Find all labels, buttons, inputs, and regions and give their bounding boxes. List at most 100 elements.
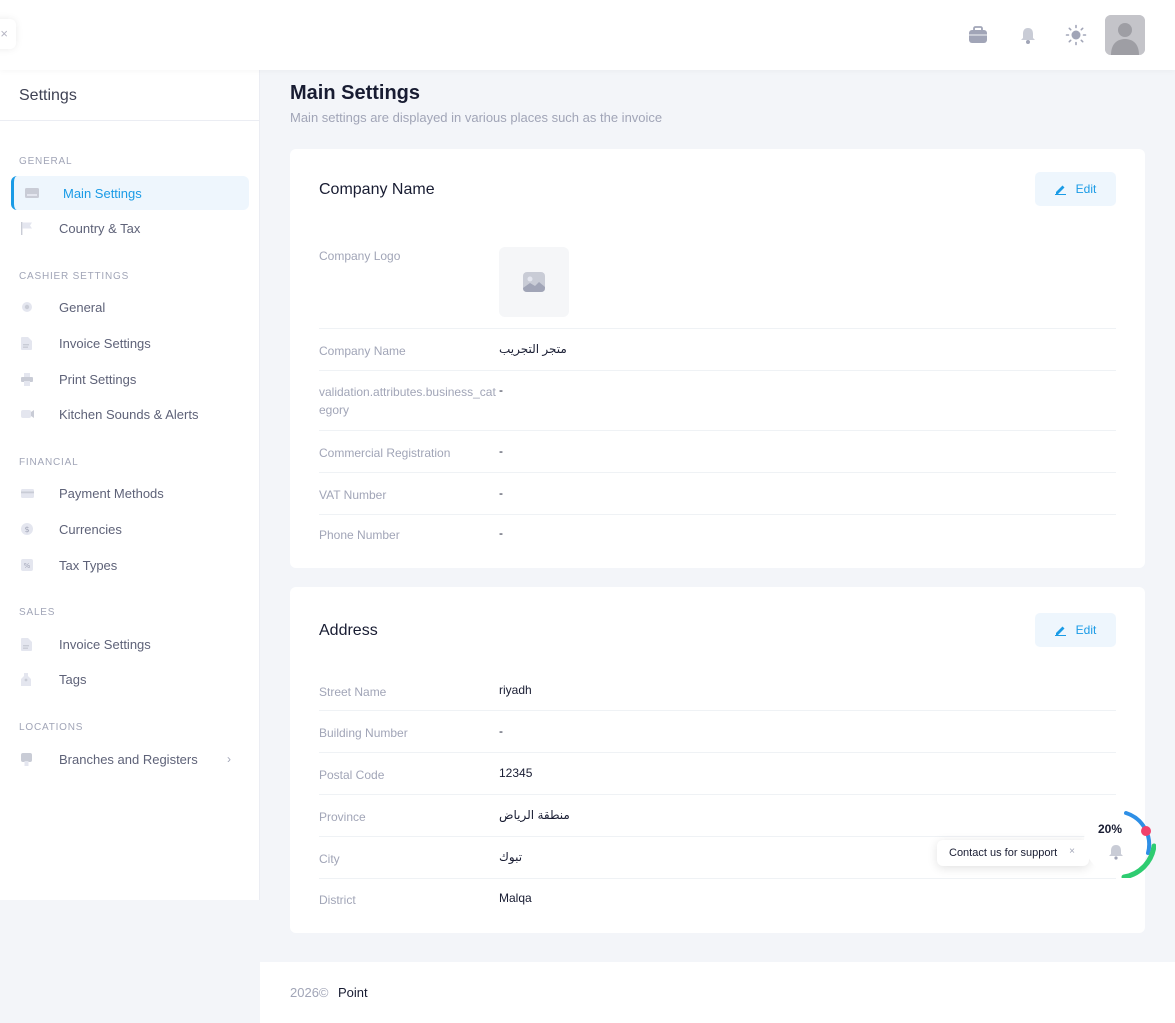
percent-icon: %: [21, 558, 41, 572]
building-number-row: Building Number -: [319, 711, 1116, 753]
province-row: Province منطقة الرياض: [319, 795, 1116, 837]
phone-number-row: Phone Number -: [319, 515, 1116, 555]
document-icon: [21, 637, 41, 651]
row-label: Company Name: [319, 344, 406, 358]
flag-icon: [21, 221, 41, 235]
sidebar-item-main-settings[interactable]: Main Settings: [11, 176, 249, 210]
row-label: validation.attributes.business_category: [319, 385, 496, 417]
document-icon: [21, 336, 41, 350]
notifications-button[interactable]: [1015, 22, 1041, 48]
footer-copyright: 2026©: [290, 985, 329, 1000]
row-label: Province: [319, 810, 366, 824]
tag-icon: [21, 672, 41, 686]
support-tooltip[interactable]: Contact us for support ×: [937, 840, 1089, 866]
sidebar-item-print-settings[interactable]: Print Settings: [11, 362, 249, 396]
sidebar-item-branches-registers[interactable]: Branches and Registers ›: [11, 742, 249, 776]
row-label: Commercial Registration: [319, 446, 451, 460]
edit-address-button[interactable]: Edit: [1035, 613, 1116, 647]
support-widget[interactable]: 20%: [1078, 800, 1157, 880]
sidebar-item-label: Currencies: [59, 521, 122, 537]
sidebar-item-label: Payment Methods: [59, 485, 164, 501]
support-label: Contact us for support: [949, 847, 1058, 859]
support-progress-label: 20%: [1098, 822, 1123, 836]
sidebar-title: Settings: [19, 87, 77, 104]
sidebar-item-invoice-settings[interactable]: Invoice Settings: [11, 326, 249, 360]
footer: 2026© Point: [260, 962, 1175, 1023]
company-logo[interactable]: [499, 247, 569, 317]
close-icon[interactable]: ×: [1069, 846, 1075, 857]
sidebar-item-sales-invoice-settings[interactable]: Invoice Settings: [11, 627, 249, 661]
address-card: Address Edit Street Name riyadh Building…: [290, 587, 1145, 933]
page-title: Main Settings: [290, 82, 421, 104]
sidebar-item-tax-types[interactable]: % Tax Types: [11, 548, 249, 582]
sidebar-item-label: Invoice Settings: [59, 636, 151, 652]
close-icon: ×: [0, 26, 8, 41]
row-value: -: [499, 526, 503, 540]
top-header: ×: [0, 0, 1175, 70]
row-label: VAT Number: [319, 488, 387, 502]
settings-sidebar: Settings GENERAL Main Settings Country &…: [0, 70, 260, 900]
credit-card-icon: [21, 486, 41, 500]
gear-icon: [21, 300, 41, 314]
street-name-row: Street Name riyadh: [319, 670, 1116, 711]
row-value: تبوك: [499, 850, 523, 864]
sun-icon: [1065, 24, 1087, 46]
footer-brand-link[interactable]: Point: [338, 985, 368, 1000]
dollar-icon: $: [21, 522, 41, 536]
sidebar-item-general[interactable]: General: [11, 290, 249, 324]
speaker-icon: [21, 407, 41, 421]
theme-toggle-button[interactable]: [1063, 22, 1089, 48]
commercial-registration-row: Commercial Registration -: [319, 431, 1116, 473]
row-label: City: [319, 852, 340, 866]
chevron-right-icon: ›: [227, 752, 231, 766]
briefcase-button[interactable]: [965, 22, 991, 48]
bell-icon: [1021, 28, 1035, 44]
section-financial: FINANCIAL: [19, 457, 79, 468]
section-locations: LOCATIONS: [19, 722, 84, 733]
notification-dot: [1141, 826, 1151, 836]
sidebar-toggle-button[interactable]: ×: [0, 19, 16, 49]
svg-text:$: $: [24, 525, 29, 534]
sidebar-item-label: Main Settings: [63, 185, 142, 201]
printer-icon: [21, 372, 41, 386]
row-value: منطقة الرياض: [499, 808, 570, 822]
company-logo-row: Company Logo: [319, 247, 1116, 329]
company-name-row: Company Name متجر التجريب: [319, 329, 1116, 371]
pencil-icon: [1054, 185, 1066, 195]
section-sales: SALES: [19, 607, 56, 618]
sidebar-item-payment-methods[interactable]: Payment Methods: [11, 476, 249, 510]
row-value: -: [499, 383, 503, 397]
sidebar-item-label: Print Settings: [59, 371, 137, 387]
sidebar-item-label: Invoice Settings: [59, 335, 151, 351]
user-avatar[interactable]: [1105, 15, 1145, 55]
row-value: riyadh: [499, 683, 532, 697]
row-value: Malqa: [499, 891, 532, 905]
sidebar-item-currencies[interactable]: $ Currencies: [11, 512, 249, 546]
sidebar-item-country-tax[interactable]: Country & Tax: [11, 211, 249, 245]
edit-label: Edit: [1075, 623, 1097, 637]
company-card: Company Name Edit Company Logo Company N…: [290, 149, 1145, 568]
sidebar-item-label: Kitchen Sounds & Alerts: [59, 406, 199, 422]
vat-number-row: VAT Number -: [319, 473, 1116, 515]
svg-text:%: %: [24, 562, 31, 570]
sidebar-item-label: General: [59, 299, 106, 315]
row-value: متجر التجريب: [499, 342, 567, 356]
sidebar-item-label: Country & Tax: [59, 220, 141, 236]
row-label: Street Name: [319, 685, 387, 699]
user-icon: [1105, 15, 1145, 55]
business-category-row: validation.attributes.business_category …: [319, 371, 1116, 431]
row-label: Company Logo: [319, 249, 401, 263]
sidebar-item-kitchen-sounds[interactable]: Kitchen Sounds & Alerts: [11, 397, 249, 431]
sidebar-item-label: Tags: [59, 671, 87, 687]
sidebar-item-label: Branches and Registers: [59, 751, 198, 767]
company-card-title: Company Name: [319, 181, 435, 198]
row-value: -: [499, 444, 503, 458]
support-circle-bg: [1084, 808, 1150, 874]
row-label: Phone Number: [319, 528, 400, 542]
row-value: -: [499, 486, 503, 500]
edit-company-button[interactable]: Edit: [1035, 172, 1116, 206]
briefcase-icon: [969, 26, 987, 43]
row-label: Building Number: [319, 726, 408, 740]
image-icon: [25, 186, 45, 200]
sidebar-item-tags[interactable]: Tags: [11, 662, 249, 696]
